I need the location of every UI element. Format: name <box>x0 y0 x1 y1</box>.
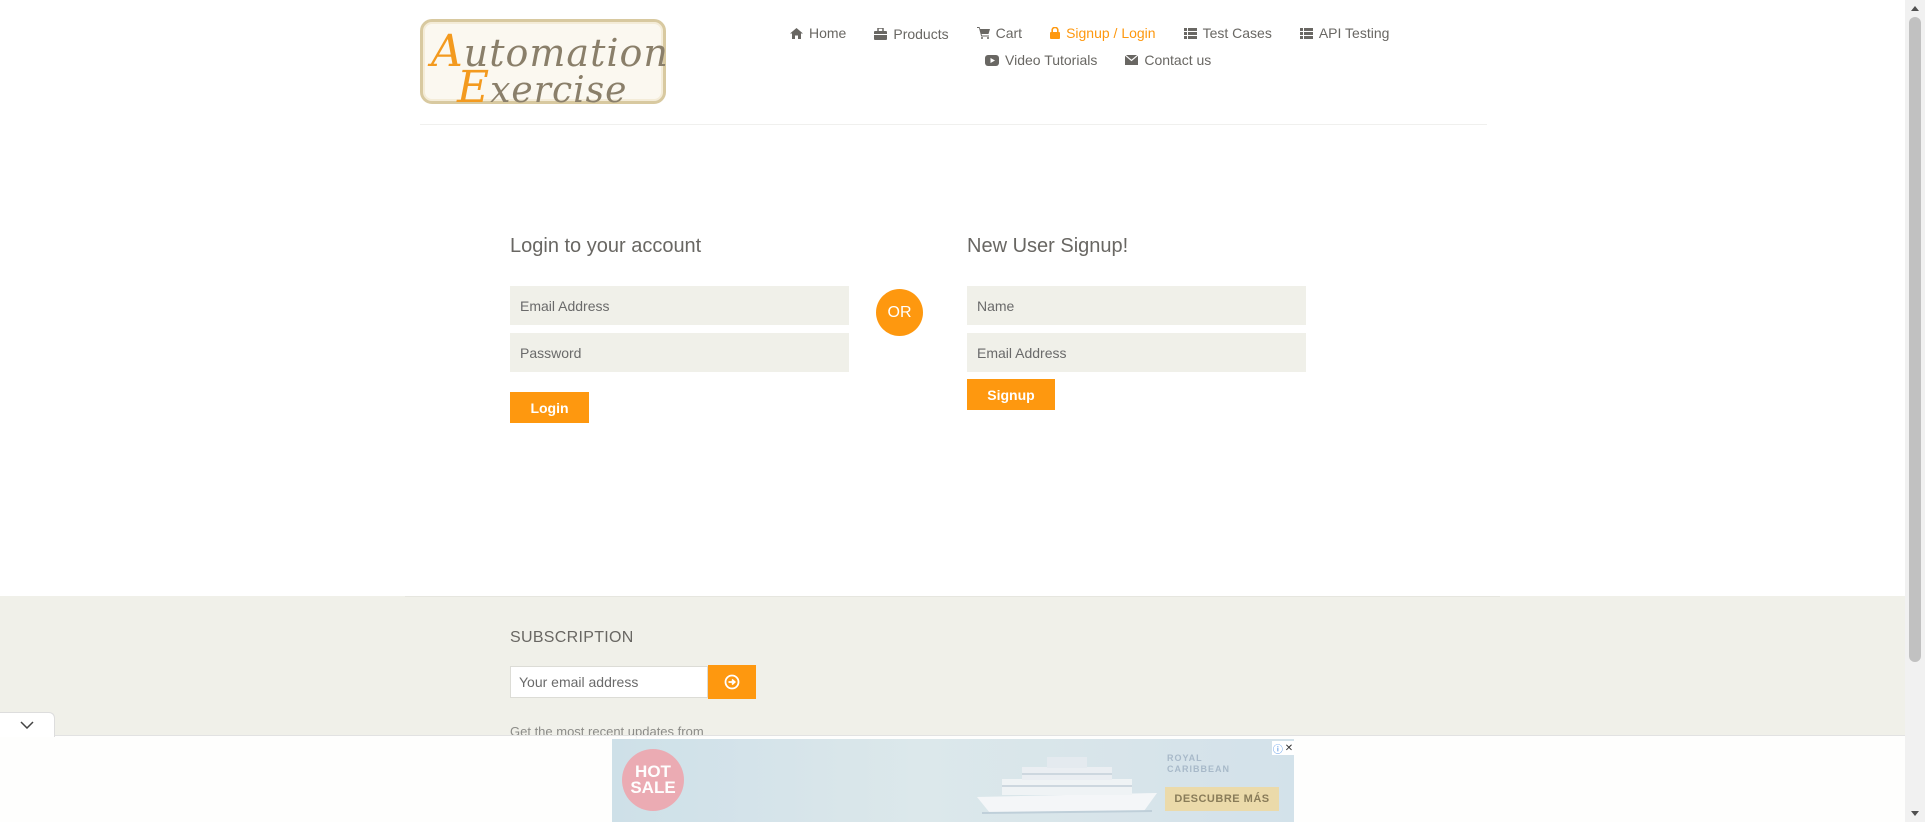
subscribe-button[interactable] <box>708 665 756 699</box>
arrow-circle-right-icon <box>724 674 740 690</box>
list-icon <box>1183 27 1197 39</box>
scrollbar-thumb[interactable] <box>1909 17 1921 662</box>
lock-icon <box>1050 27 1061 39</box>
ad-info-icon[interactable]: ⓘ <box>1273 741 1283 756</box>
scroll-down-arrow[interactable] <box>1905 805 1925 822</box>
nav-item-video-tutorials[interactable]: Video Tutorials <box>985 52 1097 68</box>
login-button[interactable]: Login <box>510 392 589 423</box>
nav-item-contact-us[interactable]: Contact us <box>1125 52 1211 68</box>
nav-item-cart[interactable]: Cart <box>976 24 1022 42</box>
page-scrollbar[interactable] <box>1905 0 1925 822</box>
site-header: Automation Exercise Home Products Cart S… <box>0 0 1905 125</box>
ad-brand-text: ROYAL CARIBBEAN <box>1167 753 1230 774</box>
signup-title: New User Signup! <box>967 235 1129 257</box>
ad-banner[interactable]: HOT SALE ROYAL CARIBBEAN DESCUBRE MÁS <box>612 739 1294 822</box>
ad-choices-controls: ⓘ ✕ <box>1272 741 1294 756</box>
chevron-down-icon <box>20 721 34 729</box>
ad-hotsale-logo: HOT SALE <box>622 749 684 811</box>
logo-line-2: Exercise <box>457 62 628 113</box>
ad-cta-button[interactable]: DESCUBRE MÁS <box>1165 787 1279 811</box>
list-icon <box>1299 27 1313 39</box>
home-icon <box>790 27 803 39</box>
signup-button[interactable]: Signup <box>967 379 1055 410</box>
nav-item-api-testing[interactable]: API Testing <box>1299 24 1389 42</box>
ad-collapse-toggle[interactable] <box>0 712 55 737</box>
scroll-up-arrow[interactable] <box>1905 0 1925 17</box>
subscription-title: SUBSCRIPTION <box>510 629 634 646</box>
login-password-input[interactable] <box>510 333 849 372</box>
envelope-icon <box>1125 55 1139 65</box>
ad-close-icon[interactable]: ✕ <box>1285 743 1293 754</box>
nav-row-2: Video Tutorials Contact us <box>985 52 1239 68</box>
nav-item-signup-login[interactable]: Signup / Login <box>1050 24 1156 42</box>
youtube-play-icon <box>985 54 999 66</box>
nav-item-home[interactable]: Home <box>790 24 846 42</box>
triangle-up-icon <box>1911 6 1919 11</box>
footer-divider <box>405 596 1500 597</box>
briefcase-icon <box>874 28 888 40</box>
nav-item-products[interactable]: Products <box>874 26 949 42</box>
login-title: Login to your account <box>510 235 702 257</box>
signup-email-input[interactable] <box>967 333 1306 372</box>
or-divider-badge: OR <box>876 289 923 336</box>
ship-image <box>977 757 1157 814</box>
nav-row-1: Home Products Cart Signup / Login Test C… <box>790 24 1417 42</box>
signup-name-input[interactable] <box>967 286 1306 325</box>
subscription-email-input[interactable] <box>510 666 708 698</box>
login-email-input[interactable] <box>510 286 849 325</box>
cart-icon <box>976 27 990 39</box>
site-logo[interactable]: Automation Exercise <box>420 19 668 113</box>
triangle-down-icon <box>1911 811 1919 816</box>
header-divider <box>420 124 1487 125</box>
nav-item-test-cases[interactable]: Test Cases <box>1183 24 1272 42</box>
